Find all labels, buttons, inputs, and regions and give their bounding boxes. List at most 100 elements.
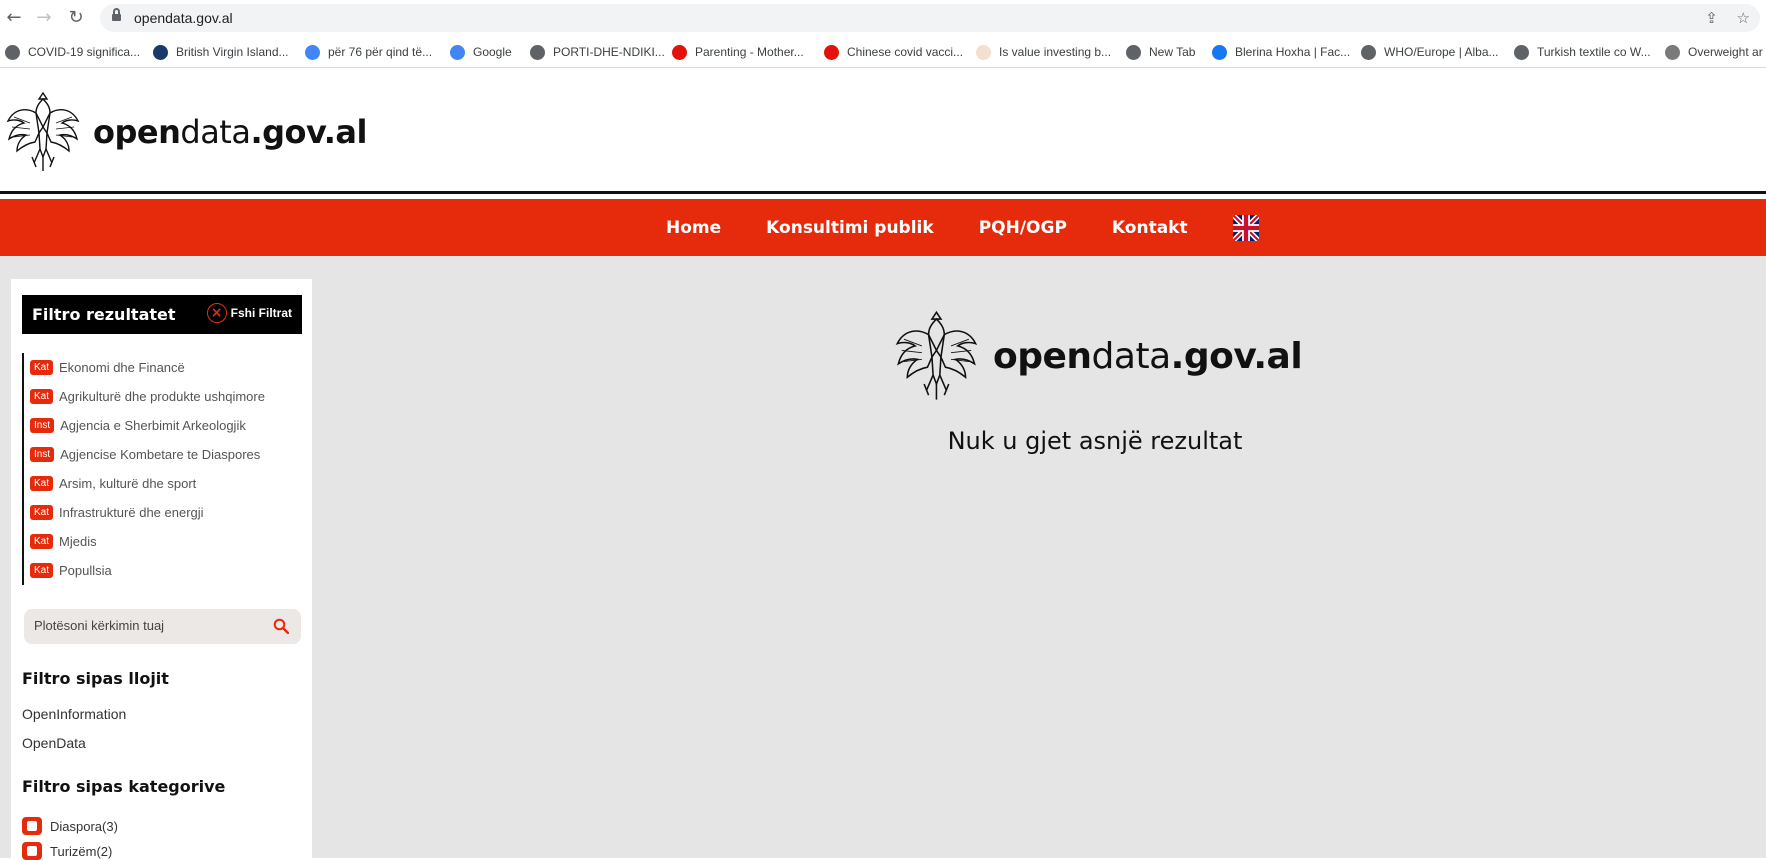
active-filter-list: Kat Ekonomi dhe Financë Kat Agrikulturë dhe… bbox=[22, 353, 302, 585]
browser-toolbar: ← → ↻ opendata.gov.al ⇪ ☆ bbox=[0, 0, 1766, 36]
category-icon bbox=[22, 817, 42, 835]
globe-icon bbox=[1126, 44, 1141, 60]
main-navigation: Home Konsultimi publik PQH/OGP Kontakt bbox=[0, 199, 1766, 256]
filter-tag-item[interactable]: Kat Infrastrukturë dhe energji bbox=[30, 498, 302, 527]
filter-tag-label: Agjencia e Sherbimit Arkeologjik bbox=[60, 418, 246, 433]
bookmark-item[interactable]: Blerina Hoxha | Fac... bbox=[1212, 43, 1350, 61]
bookmark-item[interactable]: New Tab bbox=[1126, 43, 1195, 61]
economist-icon bbox=[824, 44, 839, 60]
eagle-emblem-icon bbox=[6, 91, 80, 171]
ft-icon bbox=[976, 44, 991, 60]
filter-tag-item[interactable]: Kat Agrikulturë dhe produkte ushqimore bbox=[30, 382, 302, 411]
filter-tag-label: Infrastrukturë dhe energji bbox=[59, 505, 204, 520]
bookmark-item[interactable]: Chinese covid vacci... bbox=[824, 43, 963, 61]
search-field[interactable] bbox=[24, 609, 301, 644]
bookmark-item[interactable]: PORTI-DHE-NDIKI... bbox=[530, 43, 665, 61]
bookmark-item[interactable]: Google bbox=[450, 43, 512, 61]
site-logo[interactable]: opendata.gov.al bbox=[6, 87, 367, 177]
tag-badge: Kat bbox=[30, 389, 54, 404]
google-icon bbox=[305, 44, 320, 60]
who-icon bbox=[1361, 44, 1376, 60]
type-link-openinformation[interactable]: OpenInformation bbox=[22, 706, 126, 722]
reload-icon[interactable]: ↻ bbox=[66, 8, 86, 28]
clear-filters-label: Fshi Filtrat bbox=[230, 306, 292, 320]
bookmark-item[interactable]: WHO/Europe | Alba... bbox=[1361, 43, 1499, 61]
bookmark-label: British Virgin Island... bbox=[176, 45, 289, 59]
category-diaspora[interactable]: Diaspora(3) bbox=[22, 817, 118, 835]
filter-tag-item[interactable]: Inst Agjencise Kombetare te Diaspores bbox=[30, 440, 302, 469]
globe-icon bbox=[5, 44, 20, 60]
economist-icon bbox=[672, 44, 687, 60]
lock-icon bbox=[112, 8, 121, 23]
category-turizem[interactable]: Turizëm(2) bbox=[22, 842, 112, 860]
filter-tag-label: Mjedis bbox=[59, 534, 97, 549]
search-input[interactable] bbox=[34, 618, 254, 633]
bookmark-label: Chinese covid vacci... bbox=[847, 45, 964, 59]
back-icon[interactable]: ← bbox=[4, 8, 24, 28]
bookmark-label: Parenting - Mother... bbox=[695, 45, 804, 59]
filter-by-category-title: Filtro sipas kategorive bbox=[22, 777, 226, 796]
bookmark-label: Is value investing b... bbox=[999, 45, 1112, 59]
share-icon[interactable]: ⇪ bbox=[1705, 9, 1718, 27]
filter-tag-label: Ekonomi dhe Financë bbox=[59, 360, 185, 375]
close-circle-icon: × bbox=[206, 303, 227, 323]
bookmark-item[interactable]: Overweight ar bbox=[1665, 43, 1763, 61]
tag-badge: Kat bbox=[30, 563, 54, 578]
globe-icon bbox=[1514, 44, 1529, 60]
filter-tag-label: Agrikulturë dhe produkte ushqimore bbox=[59, 389, 265, 404]
tag-badge: Kat bbox=[30, 534, 54, 549]
nav-home[interactable]: Home bbox=[666, 218, 721, 238]
facebook-icon bbox=[1212, 44, 1227, 60]
bookmark-item[interactable]: Parenting - Mother... bbox=[672, 43, 804, 61]
search-icon[interactable] bbox=[273, 618, 289, 634]
bookmark-item[interactable]: COVID-19 significa... bbox=[5, 43, 140, 61]
tag-badge: Kat bbox=[30, 505, 54, 520]
site-logo-text: opendata.gov.al bbox=[93, 113, 367, 151]
bookmarks-bar: COVID-19 significa... British Virgin Isla… bbox=[0, 36, 1766, 68]
uk-flag-icon[interactable] bbox=[1232, 214, 1259, 241]
bookmark-label: COVID-19 significa... bbox=[28, 45, 141, 59]
address-bar[interactable]: opendata.gov.al ⇪ ☆ bbox=[100, 4, 1760, 32]
bookmark-label: Blerina Hoxha | Fac... bbox=[1235, 45, 1351, 59]
bookmark-label: Overweight ar bbox=[1688, 45, 1763, 59]
filter-tag-item[interactable]: Kat Mjedis bbox=[30, 527, 302, 556]
no-results-message: Nuk u gjet asnjë rezultat bbox=[947, 427, 1243, 455]
bookmark-item[interactable]: British Virgin Island... bbox=[153, 43, 289, 61]
google-icon bbox=[450, 44, 465, 60]
bookmark-label: për 76 për qind të... bbox=[328, 45, 433, 59]
nav-konsultimi-publik[interactable]: Konsultimi publik bbox=[766, 218, 934, 238]
eagle-emblem-icon bbox=[895, 310, 978, 400]
bookmark-label: Turkish textile co W... bbox=[1537, 45, 1651, 59]
bookmark-label: New Tab bbox=[1149, 45, 1196, 59]
bookmark-label: PORTI-DHE-NDIKI... bbox=[553, 45, 665, 59]
nav-pqh-ogp[interactable]: PQH/OGP bbox=[979, 218, 1067, 238]
bookmark-label: WHO/Europe | Alba... bbox=[1384, 45, 1499, 59]
filter-header: Filtro rezultatet × Fshi Filtrat bbox=[22, 295, 302, 334]
bookmark-item[interactable]: Is value investing b... bbox=[976, 43, 1111, 61]
globe-icon bbox=[530, 44, 545, 60]
star-icon[interactable]: ☆ bbox=[1737, 9, 1750, 27]
url-text[interactable]: opendata.gov.al bbox=[134, 10, 233, 26]
filter-sidebar: Filtro rezultatet × Fshi Filtrat Kat Ekon… bbox=[11, 279, 312, 860]
category-icon bbox=[22, 842, 42, 860]
bookmark-item[interactable]: për 76 për qind të... bbox=[305, 43, 432, 61]
filter-tag-item[interactable]: Kat Arsim, kulturë dhe sport bbox=[30, 469, 302, 498]
nav-kontakt[interactable]: Kontakt bbox=[1112, 218, 1188, 238]
site-header: opendata.gov.al bbox=[0, 69, 1766, 194]
bookmark-item[interactable]: Turkish textile co W... bbox=[1514, 43, 1651, 61]
filter-title: Filtro rezultatet bbox=[32, 305, 176, 324]
type-link-opendata[interactable]: OpenData bbox=[22, 735, 86, 751]
filter-tag-item[interactable]: Inst Agjencia e Sherbimit Arkeologjik bbox=[30, 411, 302, 440]
tag-badge: Inst bbox=[30, 418, 55, 433]
clear-filters-button[interactable]: × Fshi Filtrat bbox=[206, 303, 292, 323]
filter-tag-item[interactable]: Kat Ekonomi dhe Financë bbox=[30, 353, 302, 382]
filter-tag-item[interactable]: Kat Popullsia bbox=[30, 556, 302, 585]
filter-by-type-title: Filtro sipas llojit bbox=[22, 669, 169, 688]
center-logo-text: opendata.gov.al bbox=[993, 335, 1303, 377]
site-icon bbox=[1665, 44, 1680, 60]
forward-icon[interactable]: → bbox=[34, 8, 54, 28]
tag-badge: Inst bbox=[30, 447, 55, 462]
site-icon bbox=[153, 44, 168, 60]
tag-badge: Kat bbox=[30, 476, 54, 491]
center-logo: opendata.gov.al bbox=[895, 305, 1303, 407]
